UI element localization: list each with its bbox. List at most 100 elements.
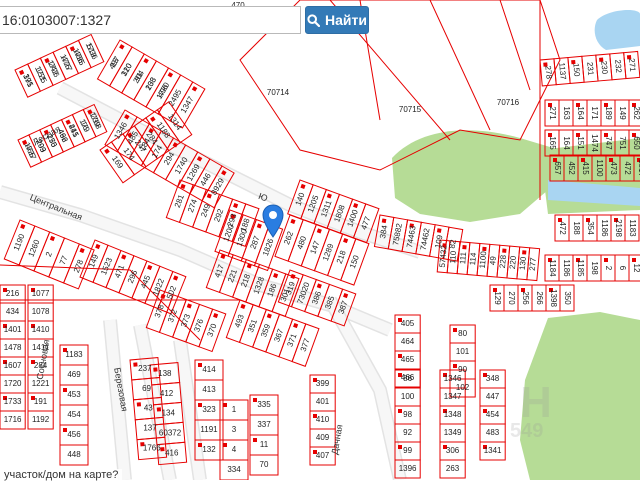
building	[167, 72, 174, 78]
search-button-label: Найти	[325, 12, 367, 28]
parcel-number-label: 1766	[143, 444, 161, 453]
parcel-number-label: 129	[493, 291, 502, 305]
parcel-number-label: 448	[67, 450, 81, 459]
parcel-number-label: 334	[227, 465, 241, 474]
parcel-number-label: 1183	[628, 219, 637, 237]
parcel-number-label: 266	[535, 291, 544, 305]
building	[273, 272, 279, 279]
parcel-number-label: 278	[543, 65, 553, 80]
building	[343, 292, 349, 299]
parcel-number-label: 232	[613, 59, 623, 74]
parcel-number-label: 1185	[576, 259, 585, 277]
parcel-number-label: 469	[67, 370, 81, 379]
parcel-number-label: 1735	[71, 47, 87, 67]
building	[266, 313, 272, 319]
parcel-number-label: 1346	[444, 374, 462, 383]
parcel-number-label: 137	[143, 424, 157, 433]
parcel-number-label: 1347	[179, 94, 196, 114]
parcel-number-label: 1077	[32, 289, 50, 298]
search-button[interactable]: Найти	[305, 6, 369, 34]
building	[316, 228, 322, 234]
parcel-number-label: 189	[604, 106, 613, 120]
parcel-number-label: 413	[202, 385, 216, 394]
building	[604, 258, 608, 262]
building	[253, 438, 257, 442]
parcel-number-label: 164	[576, 106, 585, 120]
street-label: Дачная	[329, 424, 344, 456]
parcel-number-label: 323	[202, 405, 216, 414]
parcel-number-label: 483	[486, 428, 500, 437]
parcel-number-label: 231	[585, 62, 595, 77]
parcel-number-label: 216	[6, 289, 20, 298]
building	[150, 116, 156, 122]
parcel-number-label: 1347	[444, 392, 462, 401]
search-icon	[307, 13, 321, 27]
parcel-number-label: 271	[548, 106, 557, 120]
location-pin-icon[interactable]	[262, 204, 284, 238]
parcel-number-label: 1191	[200, 425, 218, 434]
parcel-number-label: 134	[162, 409, 176, 418]
parcel-number-label: 1398	[549, 289, 558, 307]
parcel-number-label: 43	[144, 404, 153, 413]
parcel-number-label: 1726	[46, 59, 62, 79]
parcel-number-label: 110	[448, 250, 458, 264]
parcel-number-label: 335	[257, 400, 271, 409]
building	[240, 303, 246, 309]
search-bar: Найти	[0, 6, 369, 34]
building	[20, 223, 26, 230]
search-input[interactable]	[0, 6, 301, 34]
parcel-number-label: 464	[401, 337, 415, 346]
parcel-number-label: 1716	[4, 415, 22, 424]
parcel-number-label: 350	[563, 291, 572, 305]
parcel-boundary	[429, 0, 491, 131]
parcel-number-label: 2	[44, 250, 54, 258]
parcel-number-label: 650	[632, 136, 640, 150]
parcel-number-label: 1736	[84, 41, 100, 61]
building	[213, 312, 219, 319]
parcel-number-label: 74462	[419, 227, 432, 251]
parcel-number-label: 149	[618, 106, 627, 120]
parcel-number-label: 80	[458, 329, 467, 338]
parcel-number-label: 473	[609, 161, 618, 175]
parcel-number-label: 57432	[438, 244, 449, 267]
parcel-number-label: 456	[67, 430, 81, 439]
parcel-number-label: 237	[138, 364, 152, 373]
building	[156, 407, 162, 412]
parcel-number-label: 412	[160, 389, 174, 398]
parcel-number-label: 3	[232, 425, 237, 434]
parcel-number-label: 11	[260, 440, 269, 449]
building	[49, 235, 56, 242]
parcel-number-label: 416	[165, 449, 179, 458]
parcel-number-label: 102	[456, 383, 470, 392]
building	[79, 247, 85, 254]
building	[223, 403, 227, 407]
watermark-number: 549	[510, 420, 544, 442]
parcel-number-label: 405	[401, 319, 415, 328]
parcel-number-label: 99	[403, 446, 412, 455]
parcel-number-label: 1727	[58, 53, 74, 73]
parcel-number-label: 1410	[32, 325, 50, 334]
parcel-number-label: 1349	[444, 428, 462, 437]
parcel-number-label: 90	[458, 365, 467, 374]
parcel-number-label: 277	[528, 257, 538, 272]
building	[343, 237, 349, 244]
parcel-block	[59, 344, 89, 466]
parcel-number-label: 1100	[478, 250, 489, 268]
parcel-number-label: 49	[488, 255, 498, 265]
building	[95, 243, 101, 250]
parcel-number-label: 2	[604, 266, 613, 271]
parcel-number-label: 1478	[4, 343, 22, 352]
parcel-number-label: 92	[403, 428, 412, 437]
parcel-number-label: 256	[521, 291, 530, 305]
parcel-number-label: 188	[572, 221, 581, 235]
parcel-number-label: 130	[518, 256, 528, 271]
parcel-number-label: 228	[498, 254, 508, 269]
parcel-number-label: 198	[590, 261, 599, 275]
parcel-number-label: 1720	[4, 379, 22, 388]
parcel-number-label: 278	[72, 258, 86, 274]
bottom-link[interactable]: участок/дом на карте?	[0, 469, 123, 483]
parcel-number-label: 354	[586, 221, 595, 235]
building	[453, 328, 457, 332]
building	[436, 228, 442, 233]
parcel-number-label: 454	[486, 410, 500, 419]
